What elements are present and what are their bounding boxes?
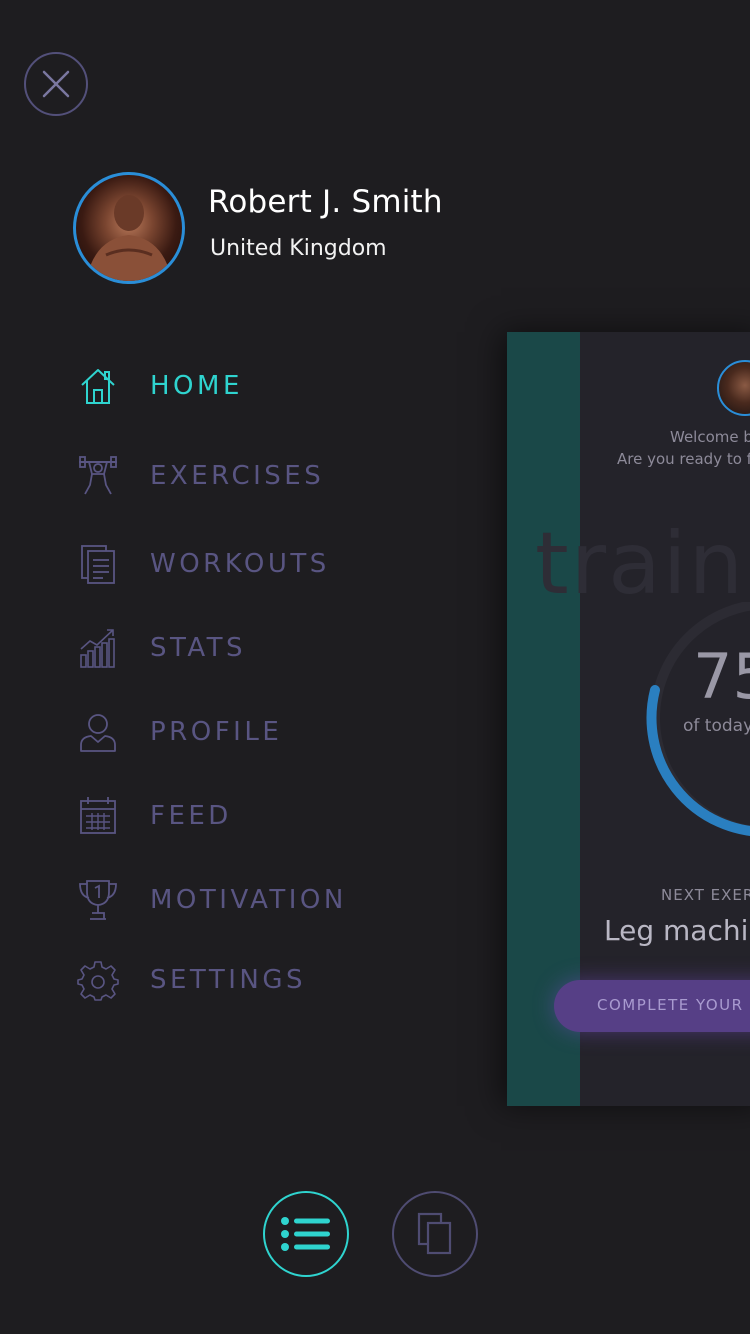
avatar[interactable]	[73, 172, 185, 284]
trophy-icon	[70, 872, 126, 928]
bar-chart-icon	[70, 620, 126, 676]
avatar-photo	[86, 195, 172, 281]
nav-item-feed[interactable]: FEED	[70, 788, 430, 844]
next-exercise-name: Leg machin	[604, 914, 750, 947]
nav-item-workouts[interactable]: WORKOUTS	[70, 536, 430, 592]
complete-workout-button[interactable]: COMPLETE YOUR	[554, 980, 750, 1032]
nav-item-home[interactable]: HOME	[70, 358, 430, 414]
nav-label-feed: FEED	[150, 801, 232, 831]
calendar-icon	[70, 788, 126, 844]
nav-item-stats[interactable]: STATS	[70, 620, 430, 676]
close-button[interactable]	[24, 52, 88, 116]
nav-label-motivation: MOTIVATION	[150, 885, 347, 915]
complete-workout-label: COMPLETE YOUR	[597, 996, 744, 1014]
user-icon	[70, 704, 126, 760]
clipboard-icon	[70, 536, 126, 592]
cards-view-button[interactable]	[392, 1191, 478, 1277]
nav-label-home: HOME	[150, 371, 243, 401]
nav-label-stats: STATS	[150, 633, 247, 663]
preview-welcome-line1: Welcome b	[670, 428, 750, 446]
copy-cards-icon	[417, 1212, 452, 1255]
gear-icon	[70, 952, 126, 1008]
nav-label-workouts: WORKOUTS	[150, 549, 330, 579]
close-icon	[42, 70, 70, 98]
user-name: Robert J. Smith	[208, 184, 443, 220]
progress-caption: of today	[683, 716, 750, 736]
preview-welcome-line2: Are you ready to fi	[617, 450, 750, 468]
home-screen-preview[interactable]: Welcome b Are you ready to fi train 75 o…	[507, 332, 750, 1106]
nav-item-profile[interactable]: PROFILE	[70, 704, 430, 760]
list-view-button[interactable]	[263, 1191, 349, 1277]
nav-item-settings[interactable]: SETTINGS	[70, 952, 430, 1008]
nav-item-motivation[interactable]: MOTIVATION	[70, 872, 430, 928]
list-icon	[281, 1217, 330, 1251]
weightlifter-icon	[70, 448, 126, 504]
progress-value: 75	[693, 640, 750, 713]
home-icon	[70, 358, 126, 414]
user-location: United Kingdom	[210, 236, 387, 261]
nav-label-profile: PROFILE	[150, 717, 283, 747]
nav-label-settings: SETTINGS	[150, 965, 307, 995]
next-exercise-label: NEXT EXER	[661, 886, 750, 904]
preview-watermark-text: train	[535, 514, 746, 614]
nav-item-exercises[interactable]: EXERCISES	[70, 448, 430, 504]
preview-avatar	[717, 360, 750, 416]
nav-label-exercises: EXERCISES	[150, 461, 325, 491]
